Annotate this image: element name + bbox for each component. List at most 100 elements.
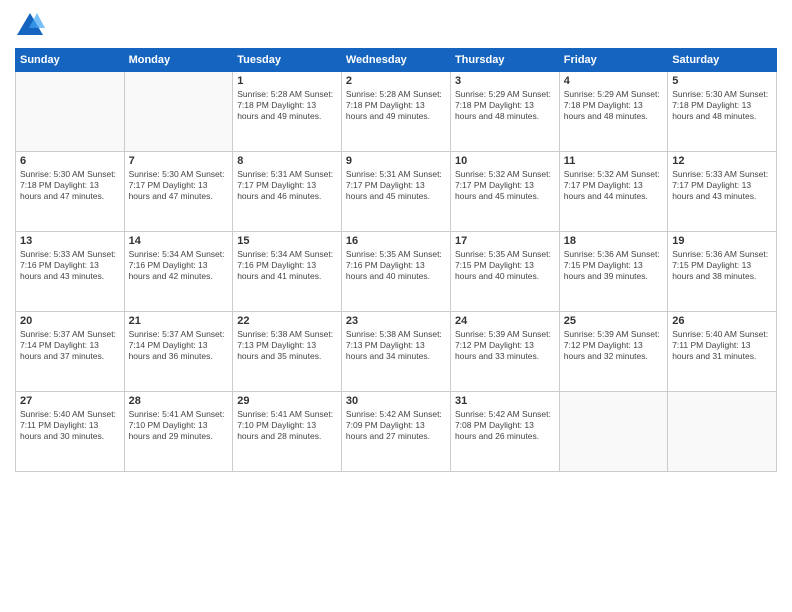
day-number: 5 [672,75,772,87]
calendar-cell: 1 Sunrise: 5:28 AM Sunset: 7:18 PM Daylig… [233,72,342,152]
calendar-cell: 8 Sunrise: 5:31 AM Sunset: 7:17 PM Daylig… [233,152,342,232]
calendar-cell: 2 Sunrise: 5:28 AM Sunset: 7:18 PM Daylig… [341,72,450,152]
calendar-week-row: 27Sunrise: 5:40 AM Sunset: 7:11 PM Dayli… [16,392,777,472]
calendar-cell: 28 Sunrise: 5:41 AM Sunset: 7:10 PM Dayli… [124,392,233,472]
day-info: Sunrise: 5:28 AM Sunset: 7:18 PM Dayligh… [237,89,337,122]
day-info: Sunrise: 5:31 AM Sunset: 7:17 PM Dayligh… [237,169,337,202]
day-info: Sunrise: 5:38 AM Sunset: 7:13 PM Dayligh… [346,329,446,362]
day-number: 12 [672,155,772,167]
day-number: 1 [237,75,337,87]
calendar-header-row: SundayMondayTuesdayWednesdayThursdayFrid… [16,49,777,72]
day-number: 31 [455,395,555,407]
day-info: Sunrise: 5:34 AM Sunset: 7:16 PM Dayligh… [237,249,337,282]
day-info: Sunrise: 5:31 AM Sunset: 7:17 PM Dayligh… [346,169,446,202]
calendar-cell: 11 Sunrise: 5:32 AM Sunset: 7:17 PM Dayli… [559,152,667,232]
weekday-header: Wednesday [341,49,450,72]
calendar-cell: 23 Sunrise: 5:38 AM Sunset: 7:13 PM Dayli… [341,312,450,392]
day-number: 10 [455,155,555,167]
day-number: 13 [20,235,120,247]
calendar-cell: 30 Sunrise: 5:42 AM Sunset: 7:09 PM Dayli… [341,392,450,472]
weekday-header: Friday [559,49,667,72]
calendar-cell: 16 Sunrise: 5:35 AM Sunset: 7:16 PM Dayli… [341,232,450,312]
day-number: 24 [455,315,555,327]
day-info: Sunrise: 5:39 AM Sunset: 7:12 PM Dayligh… [455,329,555,362]
calendar-cell: 6 Sunrise: 5:30 AM Sunset: 7:18 PM Daylig… [16,152,125,232]
calendar-cell: 31 Sunrise: 5:42 AM Sunset: 7:08 PM Dayli… [450,392,559,472]
day-number: 21 [129,315,229,327]
day-info: Sunrise: 5:36 AM Sunset: 7:15 PM Dayligh… [564,249,663,282]
day-info: Sunrise: 5:37 AM Sunset: 7:14 PM Dayligh… [129,329,229,362]
day-info: Sunrise: 5:30 AM Sunset: 7:18 PM Dayligh… [672,89,772,122]
calendar-cell: 19 Sunrise: 5:36 AM Sunset: 7:15 PM Dayli… [668,232,777,312]
calendar-cell [16,72,125,152]
logo-icon [15,10,45,40]
calendar-cell: 24 Sunrise: 5:39 AM Sunset: 7:12 PM Dayli… [450,312,559,392]
day-info: Sunrise: 5:29 AM Sunset: 7:18 PM Dayligh… [455,89,555,122]
calendar-cell: 21 Sunrise: 5:37 AM Sunset: 7:14 PM Dayli… [124,312,233,392]
logo [15,10,49,40]
day-info: Sunrise: 5:32 AM Sunset: 7:17 PM Dayligh… [564,169,663,202]
calendar-cell: 12Sunrise: 5:33 AM Sunset: 7:17 PM Dayli… [668,152,777,232]
day-info: Sunrise: 5:41 AM Sunset: 7:10 PM Dayligh… [129,409,229,442]
day-info: Sunrise: 5:42 AM Sunset: 7:08 PM Dayligh… [455,409,555,442]
day-number: 15 [237,235,337,247]
calendar-cell: 20 Sunrise: 5:37 AM Sunset: 7:14 PM Dayli… [16,312,125,392]
day-info: Sunrise: 5:41 AM Sunset: 7:10 PM Dayligh… [237,409,337,442]
day-number: 17 [455,235,555,247]
day-info: Sunrise: 5:38 AM Sunset: 7:13 PM Dayligh… [237,329,337,362]
day-number: 22 [237,315,337,327]
day-number: 19 [672,235,772,247]
weekday-header: Thursday [450,49,559,72]
calendar-cell [668,392,777,472]
day-number: 4 [564,75,663,87]
day-number: 11 [564,155,663,167]
day-number: 18 [564,235,663,247]
calendar-cell: 3 Sunrise: 5:29 AM Sunset: 7:18 PM Daylig… [450,72,559,152]
day-number: 2 [346,75,446,87]
calendar-cell: 7 Sunrise: 5:30 AM Sunset: 7:17 PM Daylig… [124,152,233,232]
day-number: 25 [564,315,663,327]
calendar-cell: 22 Sunrise: 5:38 AM Sunset: 7:13 PM Dayli… [233,312,342,392]
day-info: Sunrise: 5:30 AM Sunset: 7:18 PM Dayligh… [20,169,120,202]
calendar-cell: 5 Sunrise: 5:30 AM Sunset: 7:18 PM Daylig… [668,72,777,152]
calendar-cell: 10 Sunrise: 5:32 AM Sunset: 7:17 PM Dayli… [450,152,559,232]
calendar-week-row: 6 Sunrise: 5:30 AM Sunset: 7:18 PM Daylig… [16,152,777,232]
day-info: Sunrise: 5:40 AM Sunset: 7:11 PM Dayligh… [672,329,772,362]
day-info: Sunrise: 5:42 AM Sunset: 7:09 PM Dayligh… [346,409,446,442]
day-number: 27 [20,395,120,407]
day-info: Sunrise: 5:32 AM Sunset: 7:17 PM Dayligh… [455,169,555,202]
day-info: Sunrise: 5:37 AM Sunset: 7:14 PM Dayligh… [20,329,120,362]
day-number: 9 [346,155,446,167]
calendar-cell: 27Sunrise: 5:40 AM Sunset: 7:11 PM Dayli… [16,392,125,472]
day-number: 23 [346,315,446,327]
day-number: 8 [237,155,337,167]
weekday-header: Monday [124,49,233,72]
page: SundayMondayTuesdayWednesdayThursdayFrid… [0,0,792,612]
day-info: Sunrise: 5:30 AM Sunset: 7:17 PM Dayligh… [129,169,229,202]
day-number: 20 [20,315,120,327]
calendar-cell: 13 Sunrise: 5:33 AM Sunset: 7:16 PM Dayli… [16,232,125,312]
day-number: 30 [346,395,446,407]
day-number: 6 [20,155,120,167]
day-info: Sunrise: 5:39 AM Sunset: 7:12 PM Dayligh… [564,329,663,362]
calendar-cell: 26Sunrise: 5:40 AM Sunset: 7:11 PM Dayli… [668,312,777,392]
weekday-header: Saturday [668,49,777,72]
day-info: Sunrise: 5:35 AM Sunset: 7:15 PM Dayligh… [455,249,555,282]
day-number: 14 [129,235,229,247]
day-info: Sunrise: 5:33 AM Sunset: 7:16 PM Dayligh… [20,249,120,282]
day-number: 28 [129,395,229,407]
day-number: 16 [346,235,446,247]
weekday-header: Tuesday [233,49,342,72]
weekday-header: Sunday [16,49,125,72]
day-info: Sunrise: 5:28 AM Sunset: 7:18 PM Dayligh… [346,89,446,122]
calendar-week-row: 20 Sunrise: 5:37 AM Sunset: 7:14 PM Dayli… [16,312,777,392]
calendar-week-row: 1 Sunrise: 5:28 AM Sunset: 7:18 PM Daylig… [16,72,777,152]
calendar-cell: 25 Sunrise: 5:39 AM Sunset: 7:12 PM Dayli… [559,312,667,392]
calendar-table: SundayMondayTuesdayWednesdayThursdayFrid… [15,48,777,472]
day-number: 3 [455,75,555,87]
calendar-week-row: 13 Sunrise: 5:33 AM Sunset: 7:16 PM Dayli… [16,232,777,312]
day-info: Sunrise: 5:35 AM Sunset: 7:16 PM Dayligh… [346,249,446,282]
day-info: Sunrise: 5:36 AM Sunset: 7:15 PM Dayligh… [672,249,772,282]
day-number: 7 [129,155,229,167]
day-number: 29 [237,395,337,407]
